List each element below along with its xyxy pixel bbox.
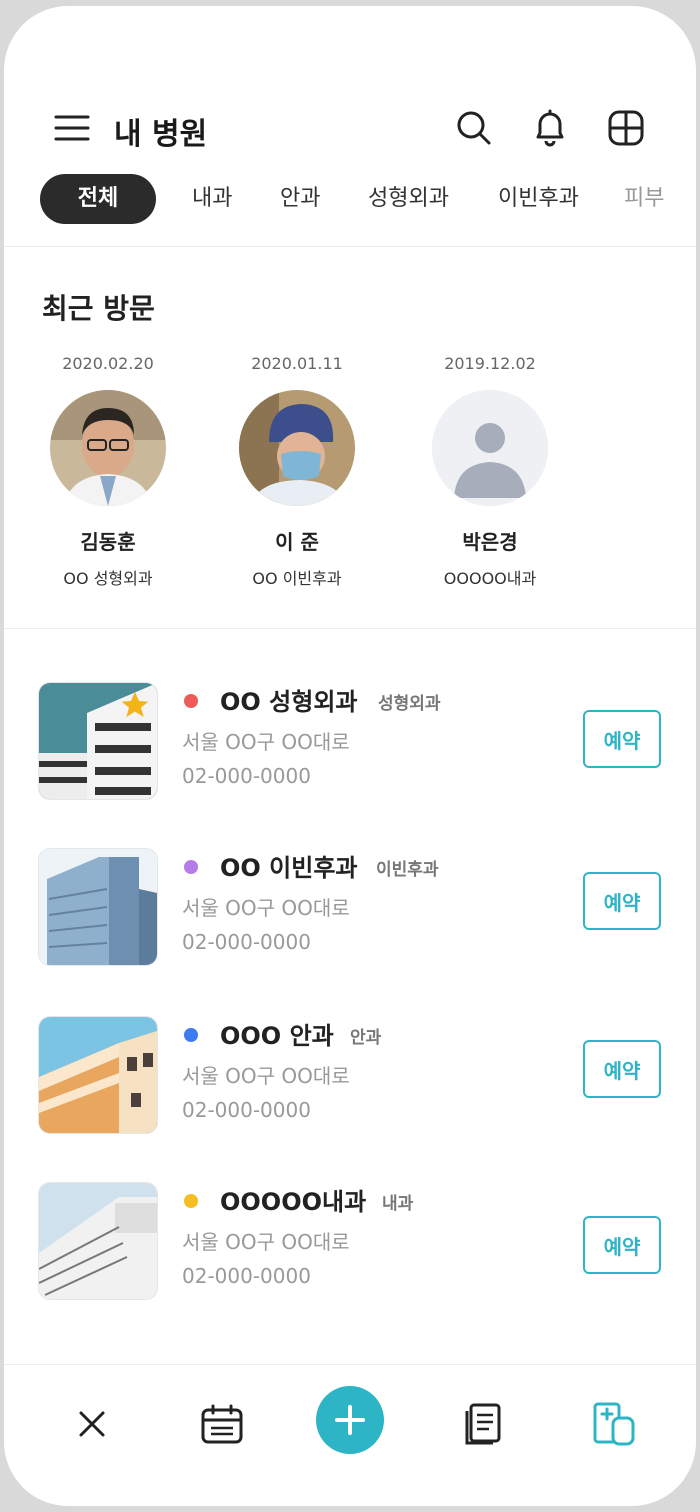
visit-date: 2019.12.02 — [444, 354, 536, 373]
visit-date: 2020.02.20 — [62, 354, 154, 373]
visit-date: 2020.01.11 — [251, 354, 343, 373]
hospital-add-icon[interactable] — [586, 1396, 642, 1452]
hospital-phone: 02-000-0000 — [182, 764, 311, 788]
reserve-button[interactable]: 예약 — [583, 710, 661, 768]
tab-all[interactable]: 전체 — [40, 174, 156, 224]
doctor-name: 김동훈 — [80, 530, 136, 554]
hospital-phone: 02-000-0000 — [182, 930, 311, 954]
hospital-name: OO 이빈후과 — [220, 854, 358, 882]
tab-ent[interactable]: 이빈후과 — [498, 174, 579, 224]
document-icon[interactable] — [456, 1396, 512, 1452]
page-title: 내 병원 — [114, 117, 208, 152]
add-icon[interactable] — [316, 1386, 384, 1454]
tab-ophthalmology[interactable]: 안과 — [280, 174, 320, 224]
reserve-button[interactable]: 예약 — [583, 872, 661, 930]
bell-icon[interactable] — [528, 106, 572, 150]
grid-menu-icon[interactable] — [604, 106, 648, 150]
recent-visit-item[interactable]: 2020.01.11 이 준 OO 이빈후과 — [222, 352, 372, 589]
doctor-dept: OOOOO내과 — [443, 569, 537, 588]
doctor-dept: OO 성형외과 — [63, 569, 153, 588]
hospital-category: 안과 — [350, 1028, 382, 1048]
hospital-list-item[interactable]: OOO 안과 안과 서울 OO구 OO대로 02-000-0000 예약 — [4, 1016, 696, 1146]
phone-screen: 내 병원 전체 내과 안과 성형외과 이빈후과 피부 최근 방문 2020.02… — [4, 6, 696, 1506]
hospital-category: 이빈후과 — [376, 860, 439, 880]
default-person-icon — [432, 390, 548, 506]
doctor-name: 박은경 — [462, 530, 518, 554]
bottom-nav — [4, 1366, 696, 1506]
hospital-photo — [38, 682, 158, 800]
hospital-address: 서울 OO구 OO대로 — [182, 896, 350, 920]
category-dot — [184, 1028, 198, 1042]
hospital-list-item[interactable]: OOOOO내과 내과 서울 OO구 OO대로 02-000-0000 예약 — [4, 1182, 696, 1312]
doctor-dept: OO 이빈후과 — [252, 569, 342, 588]
category-dot — [184, 860, 198, 874]
reserve-button[interactable]: 예약 — [583, 1216, 661, 1274]
hospital-photo — [38, 1182, 158, 1300]
doctor-avatar — [50, 390, 166, 506]
recent-visits-title: 최근 방문 — [42, 292, 155, 325]
category-dot — [184, 694, 198, 708]
hospital-name: OO 성형외과 — [220, 688, 358, 716]
hospital-address: 서울 OO구 OO대로 — [182, 730, 350, 754]
calendar-icon[interactable] — [194, 1396, 250, 1452]
hospital-category: 성형외과 — [378, 694, 441, 714]
menu-icon[interactable] — [50, 106, 94, 150]
tab-internal-medicine[interactable]: 내과 — [192, 174, 232, 224]
tab-dermatology[interactable]: 피부 — [624, 174, 664, 224]
hospital-list-item[interactable]: OO 성형외과 성형외과 서울 OO구 OO대로 02-000-0000 예약 — [4, 682, 696, 812]
hospital-list-item[interactable]: OO 이빈후과 이빈후과 서울 OO구 OO대로 02-000-0000 예약 — [4, 848, 696, 978]
recent-visit-item[interactable]: 2019.12.02 박은경 OOOOO내과 — [415, 352, 565, 589]
close-icon[interactable] — [64, 1396, 120, 1452]
recent-visit-item[interactable]: 2020.02.20 김동훈 OO 성형외과 — [33, 352, 183, 589]
hospital-name: OOO 안과 — [220, 1022, 334, 1050]
hospital-photo — [38, 848, 158, 966]
hospital-phone: 02-000-0000 — [182, 1098, 311, 1122]
tab-plastic-surgery[interactable]: 성형외과 — [368, 174, 449, 224]
divider — [4, 246, 696, 247]
favorite-star-icon[interactable] — [119, 689, 151, 721]
divider — [4, 628, 696, 629]
hospital-phone: 02-000-0000 — [182, 1264, 311, 1288]
search-icon[interactable] — [452, 106, 496, 150]
hospital-address: 서울 OO구 OO대로 — [182, 1064, 350, 1088]
doctor-name: 이 준 — [275, 530, 319, 554]
hospital-address: 서울 OO구 OO대로 — [182, 1230, 350, 1254]
hospital-photo — [38, 1016, 158, 1134]
reserve-button[interactable]: 예약 — [583, 1040, 661, 1098]
hospital-name: OOOOO내과 — [220, 1188, 367, 1216]
doctor-avatar — [239, 390, 355, 506]
category-tabs: 전체 내과 안과 성형외과 이빈후과 피부 — [4, 174, 696, 228]
divider — [4, 1364, 696, 1365]
category-dot — [184, 1194, 198, 1208]
hospital-category: 내과 — [382, 1194, 414, 1214]
